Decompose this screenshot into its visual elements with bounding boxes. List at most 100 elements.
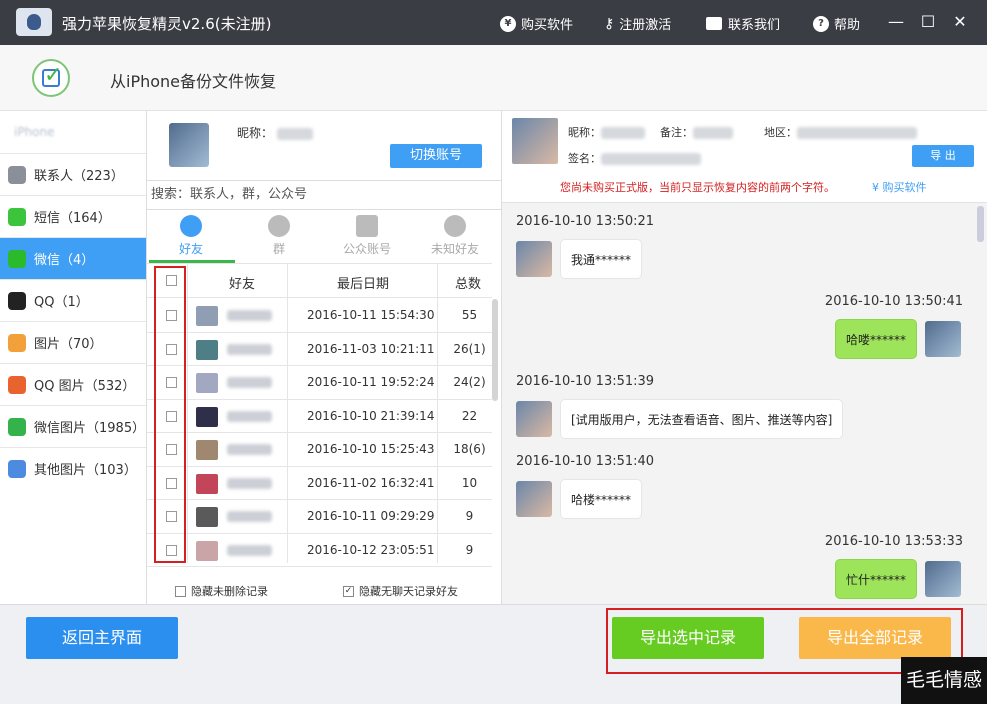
unknown-friend-icon [444, 215, 466, 237]
message-bubble: 哈喽****** [834, 319, 917, 359]
hide-no-chat-option[interactable]: ✓ 隐藏无聊天记录好友 [343, 583, 458, 599]
sidebar-item[interactable]: 其他图片（103） [0, 447, 146, 489]
maximize-icon[interactable]: ☐ [918, 12, 938, 31]
close-icon[interactable]: ✕ [950, 12, 970, 31]
message-bubble: 忙什****** [834, 559, 917, 599]
sidebar-item[interactable]: QQ（1） [0, 279, 146, 321]
message-count: 9 [465, 509, 474, 523]
message-bubble: 哈楼****** [560, 479, 643, 519]
export-selected-button[interactable]: 导出选中记录 [612, 617, 764, 659]
friend-avatar [196, 406, 218, 427]
contact-avatar [512, 118, 558, 164]
tab-unknown-friends[interactable]: 未知好友 [411, 215, 499, 257]
table-row[interactable]: 2016-11-02 16:32:41 10 [147, 467, 492, 500]
app-logo-icon [16, 8, 52, 36]
sidebar-item[interactable]: 短信（164） [0, 195, 146, 237]
footer: 返回主界面 导出选中记录 导出全部记录 [0, 604, 987, 704]
table-row[interactable]: 2016-11-03 10:21:11 26(1) [147, 333, 492, 366]
sidebar-item[interactable]: 微信图片（1985） [0, 405, 146, 447]
last-date: 2016-11-02 16:32:41 [307, 475, 435, 490]
message-timestamp: 2016-10-10 13:51:39 [516, 374, 655, 389]
chat-panel: 昵称： 备注： 地区： 签名： 导 出 您尚未购买正式版，当前只显示恢复内容的前… [502, 111, 987, 604]
qq-photos-icon [8, 375, 26, 394]
sidebar-item-label: 短信（164） [34, 211, 111, 226]
my-avatar [925, 561, 961, 597]
table-row[interactable]: 2016-10-10 15:25:43 18(6) [147, 433, 492, 467]
friend-avatar [196, 507, 218, 527]
yen-icon: ¥ [872, 181, 883, 194]
sidebar-item-label: 联系人（223） [34, 169, 124, 184]
table-row[interactable]: 2016-10-11 19:52:24 24(2) [147, 366, 492, 400]
help-link[interactable]: ? 帮助 [813, 14, 860, 33]
help-icon: ? [813, 15, 829, 32]
contact-remark: 备注： [660, 124, 733, 140]
account-avatar [169, 123, 209, 167]
message-count: 18(6) [453, 442, 486, 456]
tab-groups[interactable]: 群 [235, 215, 323, 257]
contact-signature: 签名： [568, 150, 701, 166]
qq-icon [8, 291, 26, 310]
friend-icon [180, 215, 202, 237]
sidebar-item[interactable]: QQ 图片（532） [0, 363, 146, 405]
register-link[interactable]: ⚷ 注册激活 [604, 14, 671, 34]
last-date: 2016-10-11 19:52:24 [307, 375, 435, 389]
chat-scrollbar[interactable] [977, 206, 984, 242]
tab-friends[interactable]: 好友 [147, 215, 235, 257]
group-icon [268, 215, 290, 237]
table-header: 好友 最后日期 总数 [147, 263, 492, 298]
backup-logo-icon: ✓ [32, 59, 70, 97]
table-row[interactable]: 2016-10-12 23:05:51 9 [147, 534, 492, 567]
sidebar-item[interactable]: 图片（70） [0, 321, 146, 363]
message-count: 22 [461, 408, 478, 423]
sidebar-item-label: QQ 图片（532） [34, 379, 136, 394]
contact-chat-avatar [516, 481, 552, 517]
sidebar-item-label: 微信（4） [34, 253, 95, 268]
friend-name-blurred [227, 310, 272, 321]
hide-no-chat-checkbox[interactable]: ✓ [343, 585, 354, 597]
page-title: 从iPhone备份文件恢复 [110, 72, 277, 91]
col-friend: 好友 [229, 277, 256, 292]
hide-undeleted-option[interactable]: 隐藏未删除记录 [175, 583, 268, 599]
message-bubble: 我通****** [560, 239, 643, 279]
contact-nickname: 昵称： [568, 124, 645, 140]
watermark: 毛毛情感吧 [901, 657, 987, 704]
my-avatar [925, 321, 961, 357]
back-to-home-button[interactable]: 返回主界面 [26, 617, 178, 659]
friend-name-blurred [227, 544, 272, 556]
account-nickname: 昵称： [237, 124, 313, 141]
message-count: 26(1) [453, 341, 486, 356]
scrollbar[interactable] [492, 299, 498, 401]
sidebar-item[interactable]: 联系人（223） [0, 153, 146, 195]
export-all-button[interactable]: 导出全部记录 [799, 617, 951, 659]
sidebar-item-label: QQ（1） [34, 295, 89, 310]
minimize-icon[interactable]: — [886, 12, 906, 31]
table-row[interactable]: 2016-10-10 21:39:14 22 [147, 400, 492, 433]
hide-undeleted-checkbox[interactable] [175, 585, 186, 597]
chat-icon [706, 17, 722, 30]
message-count: 24(2) [453, 375, 486, 389]
buy-software-inline-link[interactable]: ¥ 购买软件 [872, 179, 927, 195]
message-timestamp: 2016-10-10 13:50:41 [824, 294, 963, 309]
friend-name-blurred [227, 377, 272, 388]
device-name: iPhone [14, 125, 55, 139]
sidebar-item[interactable]: 微信（4） [0, 237, 146, 279]
sidebar-item-label: 微信图片（1985） [34, 421, 146, 436]
other-photos-icon [8, 459, 26, 478]
message-bubble: [试用版用户，无法查看语音、图片、推送等内容] [560, 399, 844, 439]
col-total: 总数 [455, 277, 482, 292]
photos-icon [8, 333, 26, 352]
sidebar-item-label: 图片（70） [34, 337, 103, 352]
chat-history: 2016-10-10 13:50:21 我通****** 2016-10-10 13… [502, 204, 987, 604]
buy-software-link[interactable]: ¥ 购买软件 [500, 14, 573, 33]
friend-avatar [196, 540, 218, 561]
message-count: 9 [465, 542, 474, 557]
search-input[interactable]: 搜索：联系人，群，公众号 [147, 180, 501, 210]
table-row[interactable]: 2016-10-11 09:29:29 9 [147, 500, 492, 534]
table-row[interactable]: 2016-10-11 15:54:30 55 [147, 299, 492, 333]
tab-official-accounts[interactable]: 公众账号 [323, 215, 411, 257]
export-contact-button[interactable]: 导 出 [912, 145, 974, 167]
sub-header: ✓ 从iPhone备份文件恢复 [0, 45, 987, 111]
contact-us-link[interactable]: 联系我们 [706, 14, 780, 33]
switch-account-button[interactable]: 切换账号 [390, 144, 482, 168]
contact-chat-avatar [516, 241, 552, 277]
